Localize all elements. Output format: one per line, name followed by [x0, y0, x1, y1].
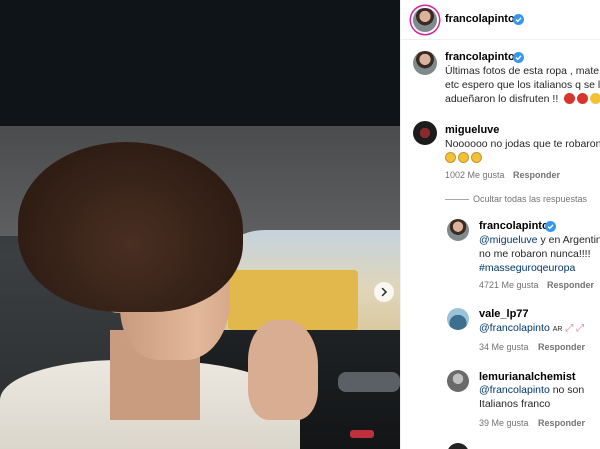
- photo-red-light: [350, 430, 374, 438]
- reply-mention-link[interactable]: @migueluve: [479, 234, 538, 246]
- photo-hair: [18, 142, 243, 312]
- comment-username[interactable]: migueluve: [445, 124, 499, 136]
- reply-text-line-1: @francolapinto no son: [479, 383, 584, 397]
- comment-likes[interactable]: 1002 Me gusta: [445, 170, 505, 180]
- caption-line-2: etc espero que los italianos q se lo: [445, 79, 600, 91]
- comment-avatar[interactable]: [413, 121, 437, 145]
- post-header: francolapinto: [401, 0, 600, 40]
- caption-avatar[interactable]: [413, 51, 437, 75]
- photo-hand: [248, 320, 318, 420]
- verified-badge-icon: [545, 221, 556, 232]
- emoji-icon: [445, 152, 456, 163]
- reply-avatar[interactable]: [447, 370, 469, 392]
- reply-avatar[interactable]: [447, 308, 469, 330]
- reply-mention-link[interactable]: @francolapinto: [479, 384, 550, 396]
- emoji-icon: [564, 93, 576, 104]
- reply-reply-button[interactable]: Responder: [547, 280, 594, 290]
- hide-replies-button[interactable]: Ocultar todas las respuestas: [473, 194, 587, 204]
- reply-username[interactable]: vale_lp77: [479, 308, 529, 320]
- reply-text-line-1: @migueluve y en Argentin: [479, 233, 600, 247]
- caption-line-1: Últimas fotos de esta ropa , mate e: [445, 65, 600, 77]
- reply-suffix: AR: [552, 326, 563, 333]
- author-username[interactable]: francolapinto: [445, 13, 515, 25]
- post-media-panel: [0, 0, 400, 449]
- emoji-icon: [458, 152, 469, 163]
- emoji-icon: [577, 93, 589, 104]
- caption-line-3: adueñaron lo disfruten !!: [445, 92, 600, 106]
- comment-reply-button[interactable]: Responder: [513, 170, 560, 180]
- post-side-panel: francolapinto francolapinto Últimas foto…: [400, 0, 600, 449]
- reply-text: y en Argentin: [537, 234, 600, 246]
- reply-avatar[interactable]: [447, 219, 469, 241]
- reply-likes[interactable]: 39 Me gusta: [479, 418, 529, 428]
- reply-text: no son: [549, 384, 585, 396]
- verified-badge-icon: [513, 14, 524, 25]
- reply-username[interactable]: francolapinto: [479, 220, 549, 232]
- hide-replies-line: [445, 199, 469, 200]
- verified-badge-icon: [513, 52, 524, 63]
- reply-likes[interactable]: 34 Me gusta: [479, 342, 529, 352]
- reply-hashtag-link[interactable]: #masseguroqeuropa: [479, 261, 575, 275]
- reply-reply-button[interactable]: Responder: [538, 418, 585, 428]
- caption-line-3-text: adueñaron lo disfruten !!: [445, 93, 559, 105]
- reply-text-line-2: Italianos franco: [479, 398, 551, 410]
- comment-emojis: [445, 151, 484, 165]
- reply-mention-link[interactable]: @francolapinto: [479, 322, 550, 334]
- reply-likes[interactable]: 4721 Me gusta: [479, 280, 539, 290]
- comment-text: Noooooo no jodas que te robaron: [445, 138, 600, 150]
- photo-door-handle: [338, 372, 400, 392]
- reply-text-line-1: @francolapinto AR ⤢ ⤢: [479, 321, 584, 337]
- reply-avatar[interactable]: [447, 443, 469, 449]
- emoji-icon: ⤢ ⤢: [565, 323, 585, 334]
- carousel-next-button[interactable]: [374, 282, 394, 302]
- emoji-icon: [590, 93, 600, 104]
- chevron-right-icon: [381, 287, 388, 297]
- reply-reply-button[interactable]: Responder: [538, 342, 585, 352]
- caption-username[interactable]: francolapinto: [445, 51, 515, 63]
- emoji-icon: [471, 152, 482, 163]
- author-avatar[interactable]: [413, 8, 437, 32]
- reply-text-line-2: no me robaron nunca!!!!: [479, 248, 591, 260]
- reply-username[interactable]: lemurianalchemist: [479, 371, 576, 383]
